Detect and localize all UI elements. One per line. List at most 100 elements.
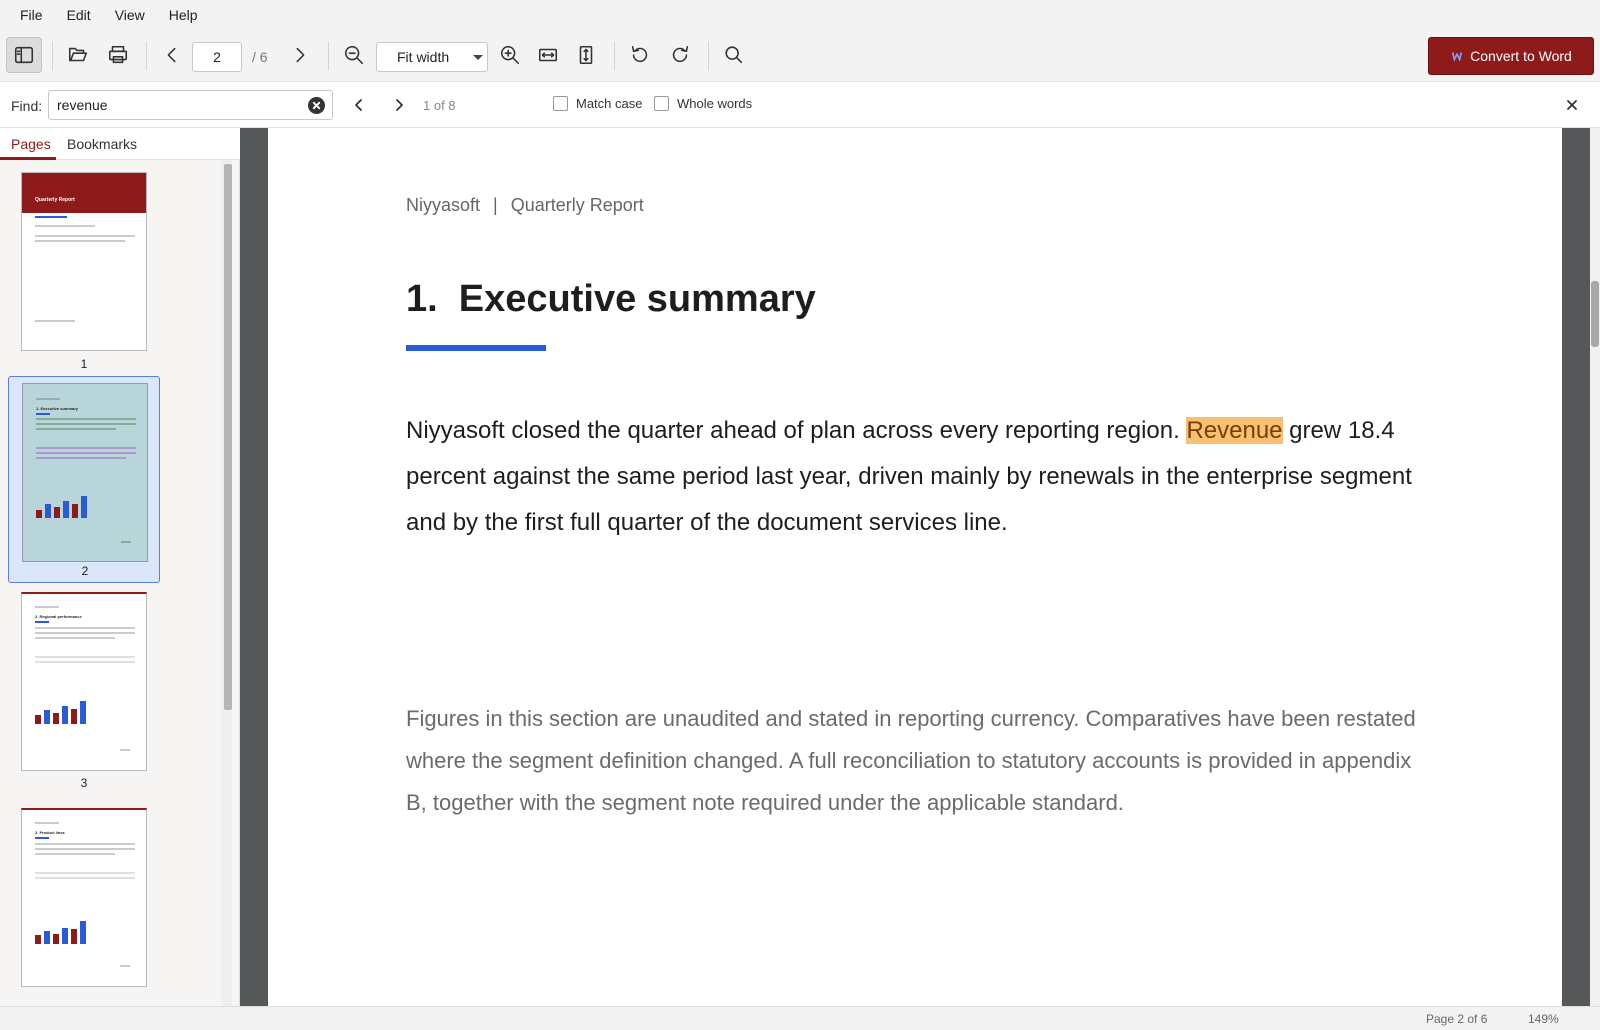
match-case-label: Match case — [576, 96, 643, 111]
header-separator: | — [493, 195, 498, 215]
open-folder-icon — [68, 47, 88, 62]
find-field[interactable] — [48, 90, 333, 120]
header-company: Niyyasoft — [406, 195, 481, 215]
viewer-scrollbar[interactable] — [1590, 128, 1600, 1006]
thumbnail-number: 1 — [80, 357, 88, 371]
next-page-button[interactable] — [282, 37, 318, 73]
thumbnail-title: 1. Executive summary — [36, 406, 79, 411]
thumbnail-page: 1. Executive summary — [22, 383, 148, 562]
zoom-select-value: Fit width — [397, 49, 450, 65]
close-find-button[interactable] — [1560, 93, 1584, 117]
whole-words-checkbox[interactable]: Whole words — [654, 96, 752, 111]
open-button[interactable] — [60, 37, 96, 73]
thumbnail-bar-chart — [35, 700, 95, 724]
toolbar-divider — [328, 42, 329, 70]
header-title: Quarterly Report — [510, 195, 644, 215]
sidebar-toggle-icon — [14, 46, 34, 64]
fit-page-button[interactable] — [568, 37, 604, 73]
page-thumbnail-4[interactable]: 3. Product lines — [8, 808, 160, 1006]
find-bar: Find: 1 of 8 Match case Whole words — [0, 82, 1600, 128]
summary-paragraph: Niyyasoft closed the quarter ahead of pl… — [406, 408, 1426, 546]
sidebar-scrollbar[interactable] — [222, 160, 232, 1006]
find-next-button[interactable] — [387, 93, 411, 117]
search-match-highlight: Revenue — [1186, 417, 1283, 444]
page-thumbnail-2[interactable]: 1. Executive summary 2 — [8, 376, 160, 583]
clear-find-button[interactable] — [308, 97, 325, 114]
status-page-indicator: Page 2 of 6 — [1426, 1012, 1488, 1026]
whole-words-box[interactable] — [654, 96, 669, 111]
previous-page-button[interactable] — [154, 37, 190, 73]
toolbar-divider — [146, 42, 147, 70]
note-paragraph: Figures in this section are unaudited an… — [406, 706, 1416, 815]
page-thumbnails: Quarterly Report 1 1. Executive summary — [0, 160, 222, 1006]
chevron-left-icon — [167, 47, 176, 63]
rotate-right-button[interactable] — [662, 37, 698, 73]
search-button[interactable] — [716, 37, 752, 73]
thumbnail-page: 3. Product lines — [21, 808, 147, 987]
document-viewer[interactable]: Niyyasoft | Quarterly Report 1. Executiv… — [240, 128, 1600, 1006]
page-number-input[interactable] — [192, 42, 242, 72]
document-page: Niyyasoft | Quarterly Report 1. Executiv… — [268, 128, 1562, 1006]
find-input[interactable] — [57, 97, 297, 113]
thumbnail-title: Quarterly Report — [35, 197, 75, 203]
toolbar-divider — [708, 42, 709, 70]
thumbnail-cover-band — [22, 173, 146, 213]
match-case-box[interactable] — [553, 96, 568, 111]
status-zoom-level: 149% — [1528, 1012, 1559, 1026]
convert-to-word-label: Convert to Word — [1470, 48, 1572, 64]
zoom-select[interactable]: Fit width — [376, 42, 488, 72]
page-thumbnail-1[interactable]: Quarterly Report 1 — [8, 168, 160, 371]
section-heading: 1. Executive summary — [406, 278, 816, 320]
fit-page-icon — [579, 45, 593, 65]
chevron-right-icon — [296, 47, 305, 63]
chevron-left-icon — [355, 99, 362, 111]
toolbar-divider — [52, 42, 53, 70]
zoom-out-button[interactable] — [336, 37, 372, 73]
zoom-in-button[interactable] — [492, 37, 528, 73]
thumbnail-page: 2. Regional performance — [21, 592, 147, 771]
zoom-out-icon — [344, 45, 364, 65]
print-icon — [108, 45, 128, 64]
thumbnail-title: 2. Regional performance — [35, 614, 82, 619]
running-header: Niyyasoft | Quarterly Report — [406, 195, 644, 216]
heading-underline — [406, 345, 546, 351]
find-label: Find: — [11, 98, 43, 114]
fit-width-icon — [538, 48, 558, 62]
zoom-in-icon — [500, 45, 520, 65]
search-icon — [725, 46, 743, 64]
rotate-left-icon — [631, 45, 648, 63]
page-total: / 6 — [252, 49, 268, 65]
menu-edit[interactable]: Edit — [55, 3, 103, 27]
menu-file[interactable]: File — [8, 3, 55, 27]
match-case-checkbox[interactable]: Match case — [553, 96, 642, 111]
sidebar: Pages Bookmarks Quarterly Report 1 1. Ex… — [0, 128, 240, 1006]
whole-words-label: Whole words — [677, 96, 753, 111]
sidebar-scrollbar-thumb[interactable] — [224, 164, 232, 710]
thumbnail-page: Quarterly Report — [21, 172, 147, 351]
viewer-scrollbar-thumb[interactable] — [1591, 281, 1599, 347]
print-button[interactable] — [100, 37, 136, 73]
paragraph-text: Niyyasoft closed the quarter ahead of pl… — [406, 417, 1187, 444]
menu-help[interactable]: Help — [157, 3, 210, 27]
toolbar-divider — [614, 42, 615, 70]
menu-bar: File Edit View Help — [0, 0, 1600, 30]
chevron-right-icon — [396, 99, 403, 111]
toolbar: / 6 Fit width Convert to Word — [0, 30, 1600, 82]
rotate-left-button[interactable] — [622, 37, 658, 73]
tab-pages[interactable]: Pages — [11, 136, 51, 152]
page-thumbnail-3[interactable]: 2. Regional performance 3 — [8, 592, 160, 792]
word-icon — [1452, 52, 1463, 62]
thumbnail-bar-chart — [36, 494, 96, 518]
menu-view[interactable]: View — [103, 3, 157, 27]
rotate-right-icon — [672, 45, 689, 63]
thumbnail-title: 3. Product lines — [35, 830, 65, 835]
status-bar: Page 2 of 6 149% — [0, 1006, 1600, 1030]
thumbnail-bar-chart — [35, 920, 95, 944]
tab-bookmarks[interactable]: Bookmarks — [67, 136, 137, 152]
convert-to-word-button[interactable]: Convert to Word — [1428, 37, 1594, 75]
sidebar-tabs: Pages Bookmarks — [0, 128, 240, 160]
fit-width-button[interactable] — [530, 37, 566, 73]
find-previous-button[interactable] — [347, 93, 371, 117]
match-count: 1 of 8 — [423, 98, 456, 113]
sidebar-toggle-button[interactable] — [6, 37, 42, 73]
